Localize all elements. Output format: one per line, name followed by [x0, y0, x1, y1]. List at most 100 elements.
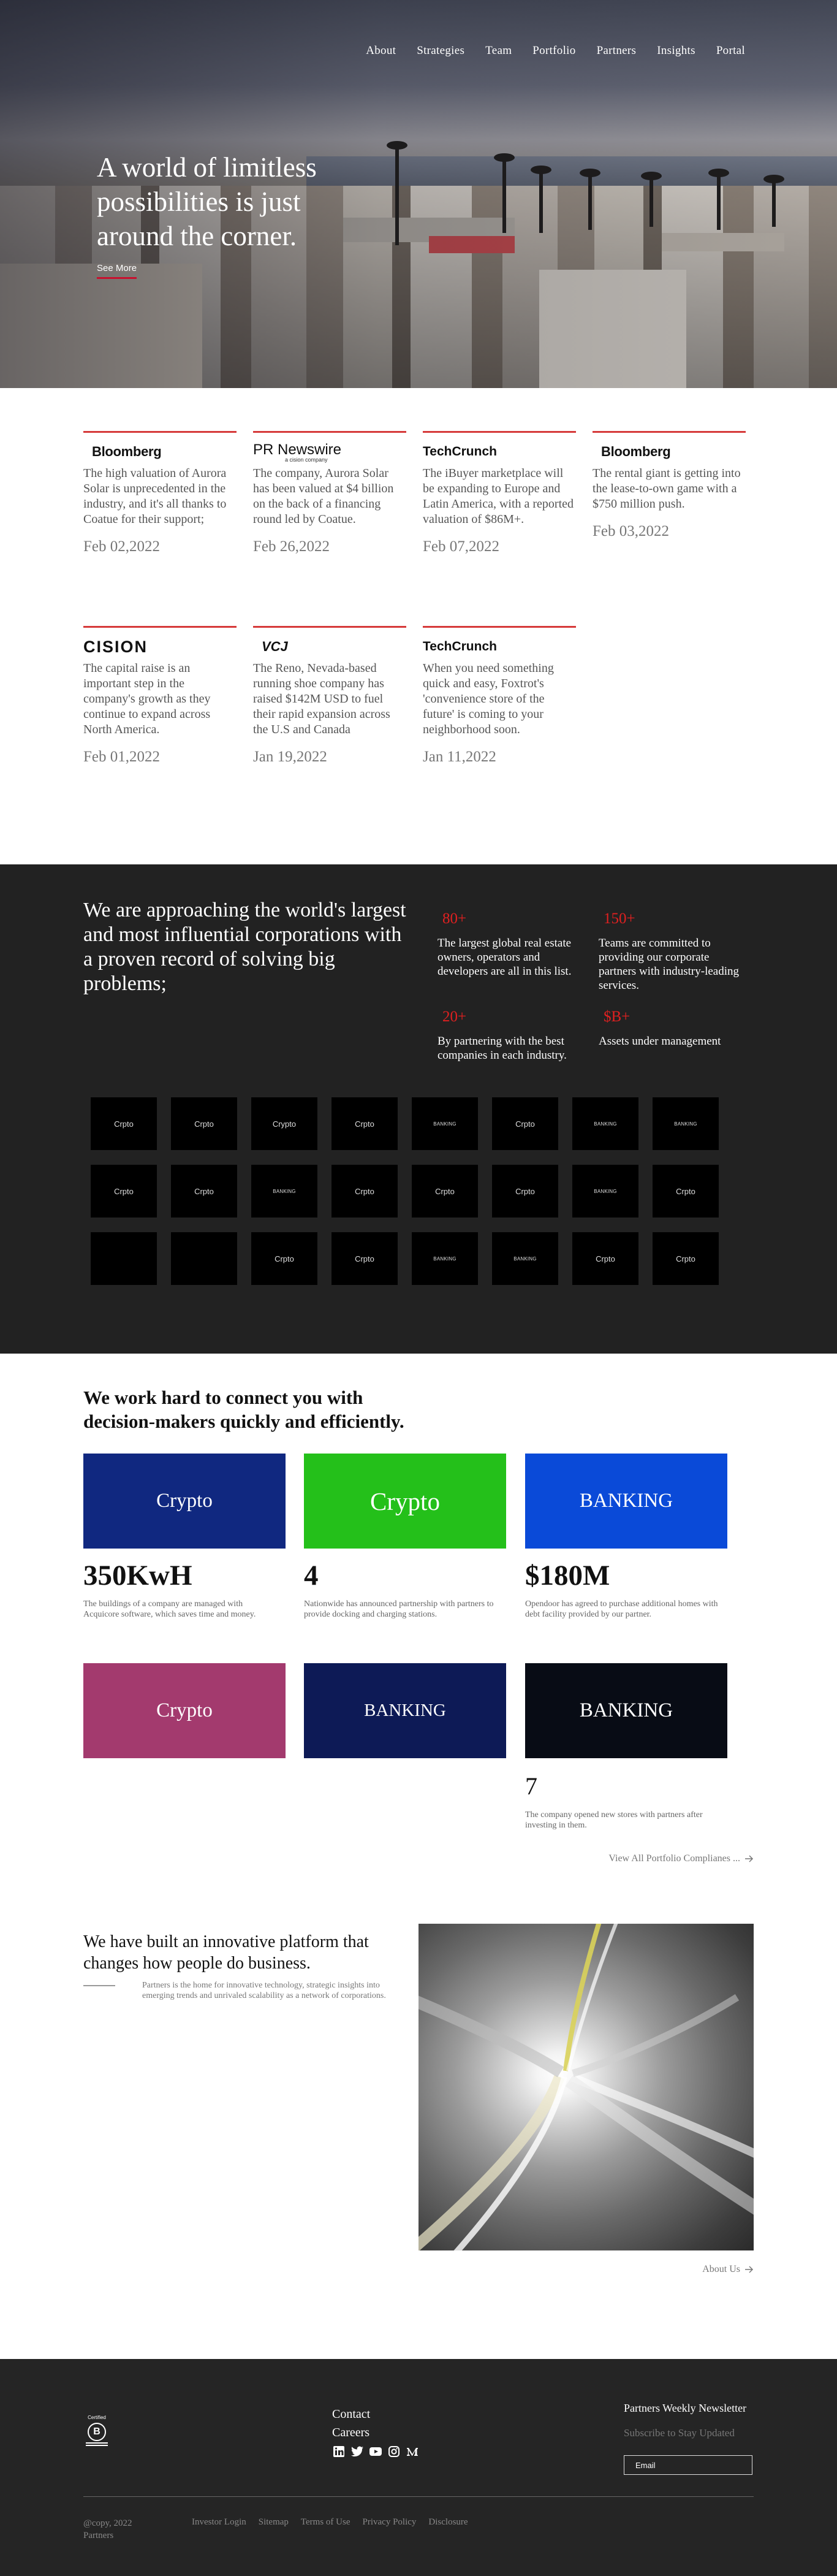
b-corp-badge: Certified B	[86, 2415, 108, 2452]
partner-logo-tile[interactable]: BANKING	[412, 1097, 478, 1150]
privacy-link[interactable]: Privacy Policy	[363, 2517, 417, 2528]
nav-team[interactable]: Team	[485, 44, 512, 58]
twitter-icon[interactable]	[350, 2445, 364, 2458]
contact-link[interactable]: Contact	[332, 2407, 370, 2421]
investor-login-link[interactable]: Investor Login	[192, 2517, 246, 2528]
youtube-icon[interactable]	[369, 2445, 382, 2458]
press-card[interactable]: CISION The capital raise is an important…	[83, 626, 237, 821]
portfolio-desc: Opendoor has agreed to purchase addition…	[525, 1599, 718, 1619]
nav-portfolio[interactable]: Portfolio	[532, 44, 575, 58]
portfolio-card-image: BANKING	[304, 1663, 506, 1758]
partner-logo-tile[interactable]: Crypto	[251, 1097, 317, 1150]
nav-partners[interactable]: Partners	[597, 44, 637, 58]
portfolio-desc: Nationwide has announced partnership wit…	[304, 1599, 494, 1619]
partner-logo-tile[interactable]: BANKING	[251, 1165, 317, 1218]
portfolio-card[interactable]: Crypto 4 Nationwide has announced partne…	[304, 1454, 506, 1620]
partner-logo-tile[interactable]: Crpto	[653, 1165, 719, 1218]
press-card[interactable]: Bloomberg The high valuation of Aurora S…	[83, 431, 237, 626]
partner-logo-tile[interactable]: BANKING	[412, 1232, 478, 1285]
email-field[interactable]	[624, 2455, 752, 2475]
partner-logo-tile[interactable]: BANKING	[572, 1165, 638, 1218]
portfolio-card[interactable]: Crypto	[83, 1663, 286, 1758]
press-card[interactable]: Bloomberg The rental giant is getting in…	[593, 431, 746, 626]
newsletter-subtitle: Subscribe to Stay Updated	[624, 2427, 735, 2439]
stat-item: 150+ Teams are committed to providing ou…	[599, 910, 746, 993]
press-card[interactable]: TechCrunch When you need something quick…	[423, 626, 576, 821]
partner-logo-tile[interactable]: Crpto	[91, 1165, 157, 1218]
portfolio-value: 7	[525, 1772, 537, 1800]
partner-logo-tile[interactable]	[91, 1232, 157, 1285]
portfolio-card-image: BANKING	[525, 1663, 727, 1758]
partner-logo-tile[interactable]: Crpto	[331, 1097, 398, 1150]
partner-logo-tile[interactable]: Crpto	[492, 1097, 558, 1150]
press-text: The iBuyer marketplace will be expanding…	[423, 467, 574, 526]
partner-logo-tile[interactable]: Crpto	[171, 1165, 237, 1218]
stat-number: 80+	[442, 910, 467, 927]
stat-text: The largest global real estate owners, o…	[437, 937, 572, 978]
stat-number: 20+	[442, 1008, 467, 1025]
view-all-portfolio-link[interactable]: View All Portfolio Complianes ...	[608, 1853, 754, 1864]
press-card[interactable]: PR Newswire a cision company The company…	[253, 431, 406, 626]
light-streaks	[418, 1924, 754, 2250]
press-date: Feb 02,2022	[83, 538, 160, 555]
disclosure-link[interactable]: Disclosure	[428, 2517, 468, 2528]
hero-section: About Strategies Team Portfolio Partners…	[0, 0, 837, 388]
press-text: The capital raise is an important step i…	[83, 661, 211, 736]
partner-logo-tile[interactable]	[171, 1232, 237, 1285]
partner-logo-tile[interactable]: Crpto	[492, 1165, 558, 1218]
nav-about[interactable]: About	[366, 44, 396, 58]
partner-logo-tile[interactable]: Crpto	[91, 1097, 157, 1150]
stat-text: By partnering with the best companies in…	[437, 1035, 567, 1062]
press-date: Feb 07,2022	[423, 538, 499, 555]
see-more-button[interactable]: See More	[97, 263, 137, 279]
portfolio-value: $180M	[525, 1560, 610, 1591]
divider	[83, 1985, 115, 1986]
careers-link[interactable]: Careers	[332, 2426, 369, 2439]
platform-section: We have built an innovative platform tha…	[0, 1924, 837, 2359]
about-us-link[interactable]: About Us	[702, 2264, 754, 2275]
press-date: Feb 01,2022	[83, 749, 160, 765]
footer-copyright: @copy, 2022 Partners	[83, 2517, 132, 2542]
partner-logo-tile[interactable]: Crpto	[412, 1165, 478, 1218]
press-text: The high valuation of Aurora Solar is un…	[83, 467, 227, 526]
social-icons	[332, 2445, 419, 2458]
stat-item: 80+ The largest global real estate owner…	[437, 910, 585, 978]
partner-logo-tile[interactable]: Crpto	[171, 1097, 237, 1150]
partner-logo-tile[interactable]: BANKING	[492, 1232, 558, 1285]
partner-logo-tile[interactable]: Crpto	[572, 1232, 638, 1285]
logo-subtext: a cision company	[285, 457, 328, 463]
press-card[interactable]: VCJ The Reno, Nevada-based running shoe …	[253, 626, 406, 821]
stat-number: 150+	[604, 910, 635, 927]
partner-logo-tile[interactable]: Crpto	[251, 1232, 317, 1285]
view-all-label: View All Portfolio Complianes ...	[608, 1853, 740, 1864]
portfolio-card[interactable]: BANKING	[304, 1663, 506, 1758]
partner-logo-tile[interactable]: Crpto	[331, 1232, 398, 1285]
terms-link[interactable]: Terms of Use	[301, 2517, 350, 2528]
nav-portal[interactable]: Portal	[716, 44, 745, 58]
nav-strategies[interactable]: Strategies	[417, 44, 464, 58]
instagram-icon[interactable]	[387, 2445, 401, 2458]
press-date: Jan 19,2022	[253, 749, 327, 765]
footer: Certified B Contact Careers Partners Wee…	[0, 2359, 837, 2576]
press-text: The Reno, Nevada-based running shoe comp…	[253, 661, 390, 736]
partner-logo-grid: Crpto Crpto Crypto Crpto BANKING Crpto BANKING…	[91, 1097, 719, 1285]
press-date: Feb 03,2022	[593, 523, 669, 539]
partner-logo-tile[interactable]: BANKING	[572, 1097, 638, 1150]
press-section: Bloomberg The high valuation of Aurora S…	[0, 388, 837, 864]
medium-icon[interactable]	[406, 2445, 419, 2458]
nav-insights[interactable]: Insights	[657, 44, 695, 58]
partner-logo-tile[interactable]: BANKING	[653, 1097, 719, 1150]
portfolio-section: We work hard to connect you with decisio…	[0, 1354, 837, 1924]
portfolio-card[interactable]: Crypto 350KwH The buildings of a company…	[83, 1454, 286, 1620]
arrow-right-icon	[745, 1855, 754, 1862]
partner-logo-tile[interactable]: Crpto	[331, 1165, 398, 1218]
sitemap-link[interactable]: Sitemap	[259, 2517, 289, 2528]
partner-logo-tile[interactable]: Crpto	[653, 1232, 719, 1285]
portfolio-card[interactable]: BANKING $180M Opendoor has agreed to pur…	[525, 1454, 727, 1620]
portfolio-card[interactable]: BANKING 7 The company opened new stores …	[525, 1663, 727, 1831]
stat-text: Teams are committed to providing our cor…	[599, 937, 740, 992]
press-card[interactable]: TechCrunch The iBuyer marketplace will b…	[423, 431, 576, 626]
press-grid: Bloomberg The high valuation of Aurora S…	[83, 431, 837, 821]
bloomberg-logo: Bloomberg	[92, 444, 162, 459]
linkedin-icon[interactable]	[332, 2445, 346, 2458]
